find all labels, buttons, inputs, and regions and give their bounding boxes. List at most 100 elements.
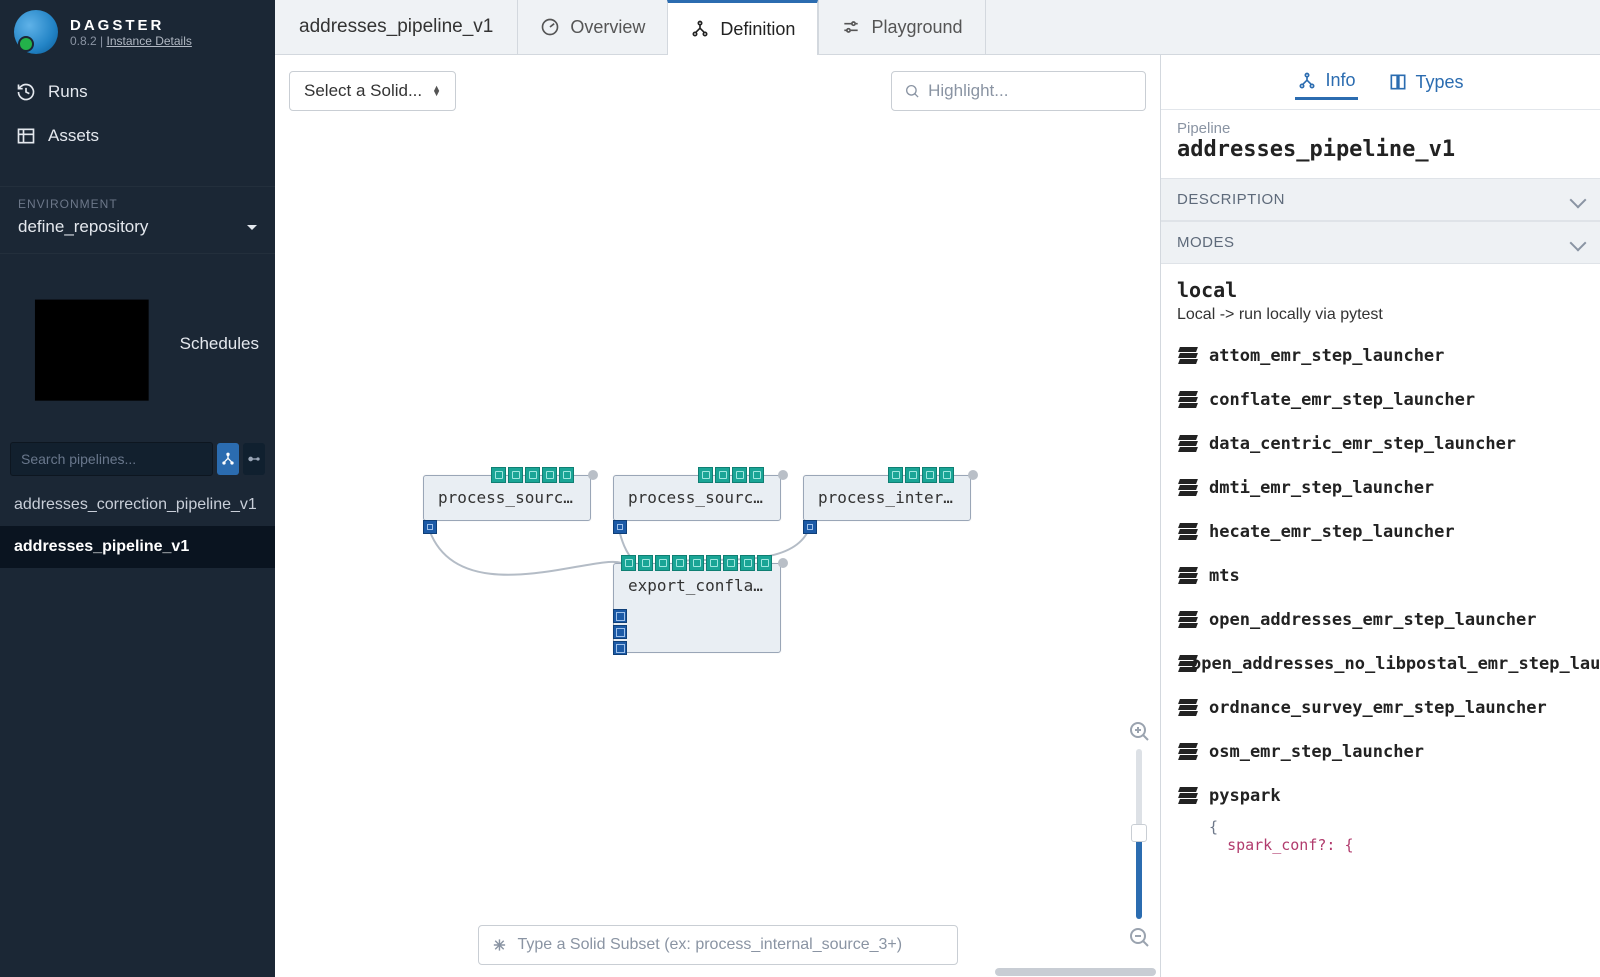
graph-canvas[interactable]: Select a Solid... ▲▼: [275, 55, 1160, 977]
mode-block: local Local -> run locally via pytest: [1161, 264, 1600, 328]
brand-title: DAGSTER: [70, 17, 192, 34]
solid-subset-box[interactable]: [478, 925, 958, 965]
zoom-slider[interactable]: [1136, 749, 1142, 919]
panel-title: addresses_pipeline_v1: [1177, 137, 1584, 162]
nav-runs[interactable]: Runs: [0, 70, 275, 114]
pipeline-search-input[interactable]: [10, 442, 213, 476]
input-ports: [621, 555, 772, 571]
section-modes-label: MODES: [1177, 234, 1235, 251]
pipeline-list-view-button[interactable]: [243, 443, 265, 475]
calendar-icon: [16, 268, 168, 420]
solid-subset-input[interactable]: [517, 936, 944, 954]
config-dot-icon: [588, 470, 598, 480]
resource-item[interactable]: hecate_emr_step_launcher: [1161, 510, 1600, 554]
book-icon: [1388, 72, 1408, 92]
zoom-in-button[interactable]: [1127, 719, 1151, 743]
pipeline-item-addresses-correction[interactable]: addresses_correction_pipeline_v1: [0, 484, 275, 526]
resource-item[interactable]: open_addresses_emr_step_launcher: [1161, 598, 1600, 642]
config-dot-icon: [778, 470, 788, 480]
zoom-control: [1126, 719, 1152, 949]
panel-tab-info-label: Info: [1325, 70, 1355, 91]
nav-assets-label: Assets: [48, 126, 99, 146]
pipeline-item-addresses-v1[interactable]: addresses_pipeline_v1: [0, 526, 275, 568]
panel-tab-info[interactable]: Info: [1295, 64, 1357, 100]
layers-icon: [1179, 435, 1197, 453]
section-modes[interactable]: MODES: [1161, 221, 1600, 264]
table-icon: [16, 126, 36, 146]
tab-playground-label: Playground: [871, 17, 962, 38]
brand-version: 0.8.2: [70, 34, 97, 48]
tab-definition[interactable]: Definition: [667, 0, 818, 55]
resource-item[interactable]: data_centric_emr_step_launcher: [1161, 422, 1600, 466]
output-port: [423, 520, 437, 534]
solid-process-source-2[interactable]: process_source_2: [613, 475, 781, 521]
dagster-logo: [14, 10, 58, 54]
scrollbar-thumb[interactable]: [995, 968, 1156, 976]
resource-config-snippet: { spark_conf?: {: [1161, 818, 1600, 854]
solid-export-conflated[interactable]: export_conflated_u…: [613, 563, 781, 653]
solid-process-source-1[interactable]: process_source_1: [423, 475, 591, 521]
panel-tab-types-label: Types: [1416, 72, 1464, 93]
caret-down-icon: [247, 225, 257, 235]
brand-block: DAGSTER 0.8.2 | Instance Details: [0, 0, 275, 70]
layers-icon: [1179, 523, 1197, 541]
output-ports: [613, 609, 627, 655]
input-ports: [888, 467, 954, 483]
zoom-in-icon: [1127, 719, 1151, 743]
environment-label: ENVIRONMENT: [10, 197, 265, 211]
breadcrumb: addresses_pipeline_v1: [275, 0, 517, 54]
flow-icon: [246, 451, 262, 467]
resource-item[interactable]: pyspark: [1161, 774, 1600, 818]
gauge-icon: [540, 17, 560, 37]
content: Select a Solid... ▲▼: [275, 55, 1600, 977]
nav-assets[interactable]: Assets: [0, 114, 275, 158]
nav-schedules-label: Schedules: [180, 334, 259, 354]
input-ports: [491, 467, 574, 483]
pipeline-search-row: [0, 434, 275, 484]
layers-icon: [1179, 699, 1197, 717]
main: addresses_pipeline_v1 Overview Definitio…: [275, 0, 1600, 977]
layers-icon: [1179, 567, 1197, 585]
input-ports: [698, 467, 764, 483]
resource-item[interactable]: open_addresses_no_libpostal_emr_step_lau…: [1161, 642, 1600, 686]
mode-name: local: [1177, 278, 1584, 302]
panel-header: Pipeline addresses_pipeline_v1: [1161, 110, 1600, 178]
layers-icon: [1179, 611, 1197, 629]
zoom-slider-handle[interactable]: [1131, 824, 1147, 842]
environment-select[interactable]: define_repository: [10, 211, 265, 243]
nav-runs-label: Runs: [48, 82, 88, 102]
section-description[interactable]: DESCRIPTION: [1161, 178, 1600, 221]
zoom-out-icon: [1127, 925, 1151, 949]
panel-tabs: Info Types: [1161, 55, 1600, 110]
horizontal-scrollbar[interactable]: [275, 967, 1160, 977]
tree-icon: [1297, 71, 1317, 91]
resource-item[interactable]: attom_emr_step_launcher: [1161, 334, 1600, 378]
brand-subtitle: 0.8.2 | Instance Details: [70, 34, 192, 48]
layers-icon: [1179, 347, 1197, 365]
tabs: Overview Definition Playground: [517, 0, 985, 54]
resource-item[interactable]: mts: [1161, 554, 1600, 598]
config-dot-icon: [778, 558, 788, 568]
output-port: [613, 520, 627, 534]
resource-item[interactable]: dmti_emr_step_launcher: [1161, 466, 1600, 510]
resources-list: attom_emr_step_launcher conflate_emr_ste…: [1161, 328, 1600, 874]
panel-body: Pipeline addresses_pipeline_v1 DESCRIPTI…: [1161, 110, 1600, 977]
tab-playground[interactable]: Playground: [818, 0, 985, 54]
resource-item[interactable]: conflate_emr_step_launcher: [1161, 378, 1600, 422]
instance-details-link[interactable]: Instance Details: [107, 34, 192, 48]
tree-icon: [690, 19, 710, 39]
pipeline-graph-view-button[interactable]: [217, 443, 239, 475]
tab-overview[interactable]: Overview: [517, 0, 667, 54]
panel-tab-types[interactable]: Types: [1386, 66, 1466, 99]
nav-schedules[interactable]: Schedules: [0, 254, 275, 434]
resource-item[interactable]: ordnance_survey_emr_step_launcher: [1161, 686, 1600, 730]
config-dot-icon: [968, 470, 978, 480]
history-icon: [16, 82, 36, 102]
resource-item[interactable]: osm_emr_step_launcher: [1161, 730, 1600, 774]
zoom-out-button[interactable]: [1127, 925, 1151, 949]
solid-process-internal-source[interactable]: process_internal_s…: [803, 475, 971, 521]
section-description-label: DESCRIPTION: [1177, 191, 1285, 208]
tab-definition-label: Definition: [720, 19, 795, 40]
layers-icon: [1179, 743, 1197, 761]
layers-icon: [1179, 479, 1197, 497]
